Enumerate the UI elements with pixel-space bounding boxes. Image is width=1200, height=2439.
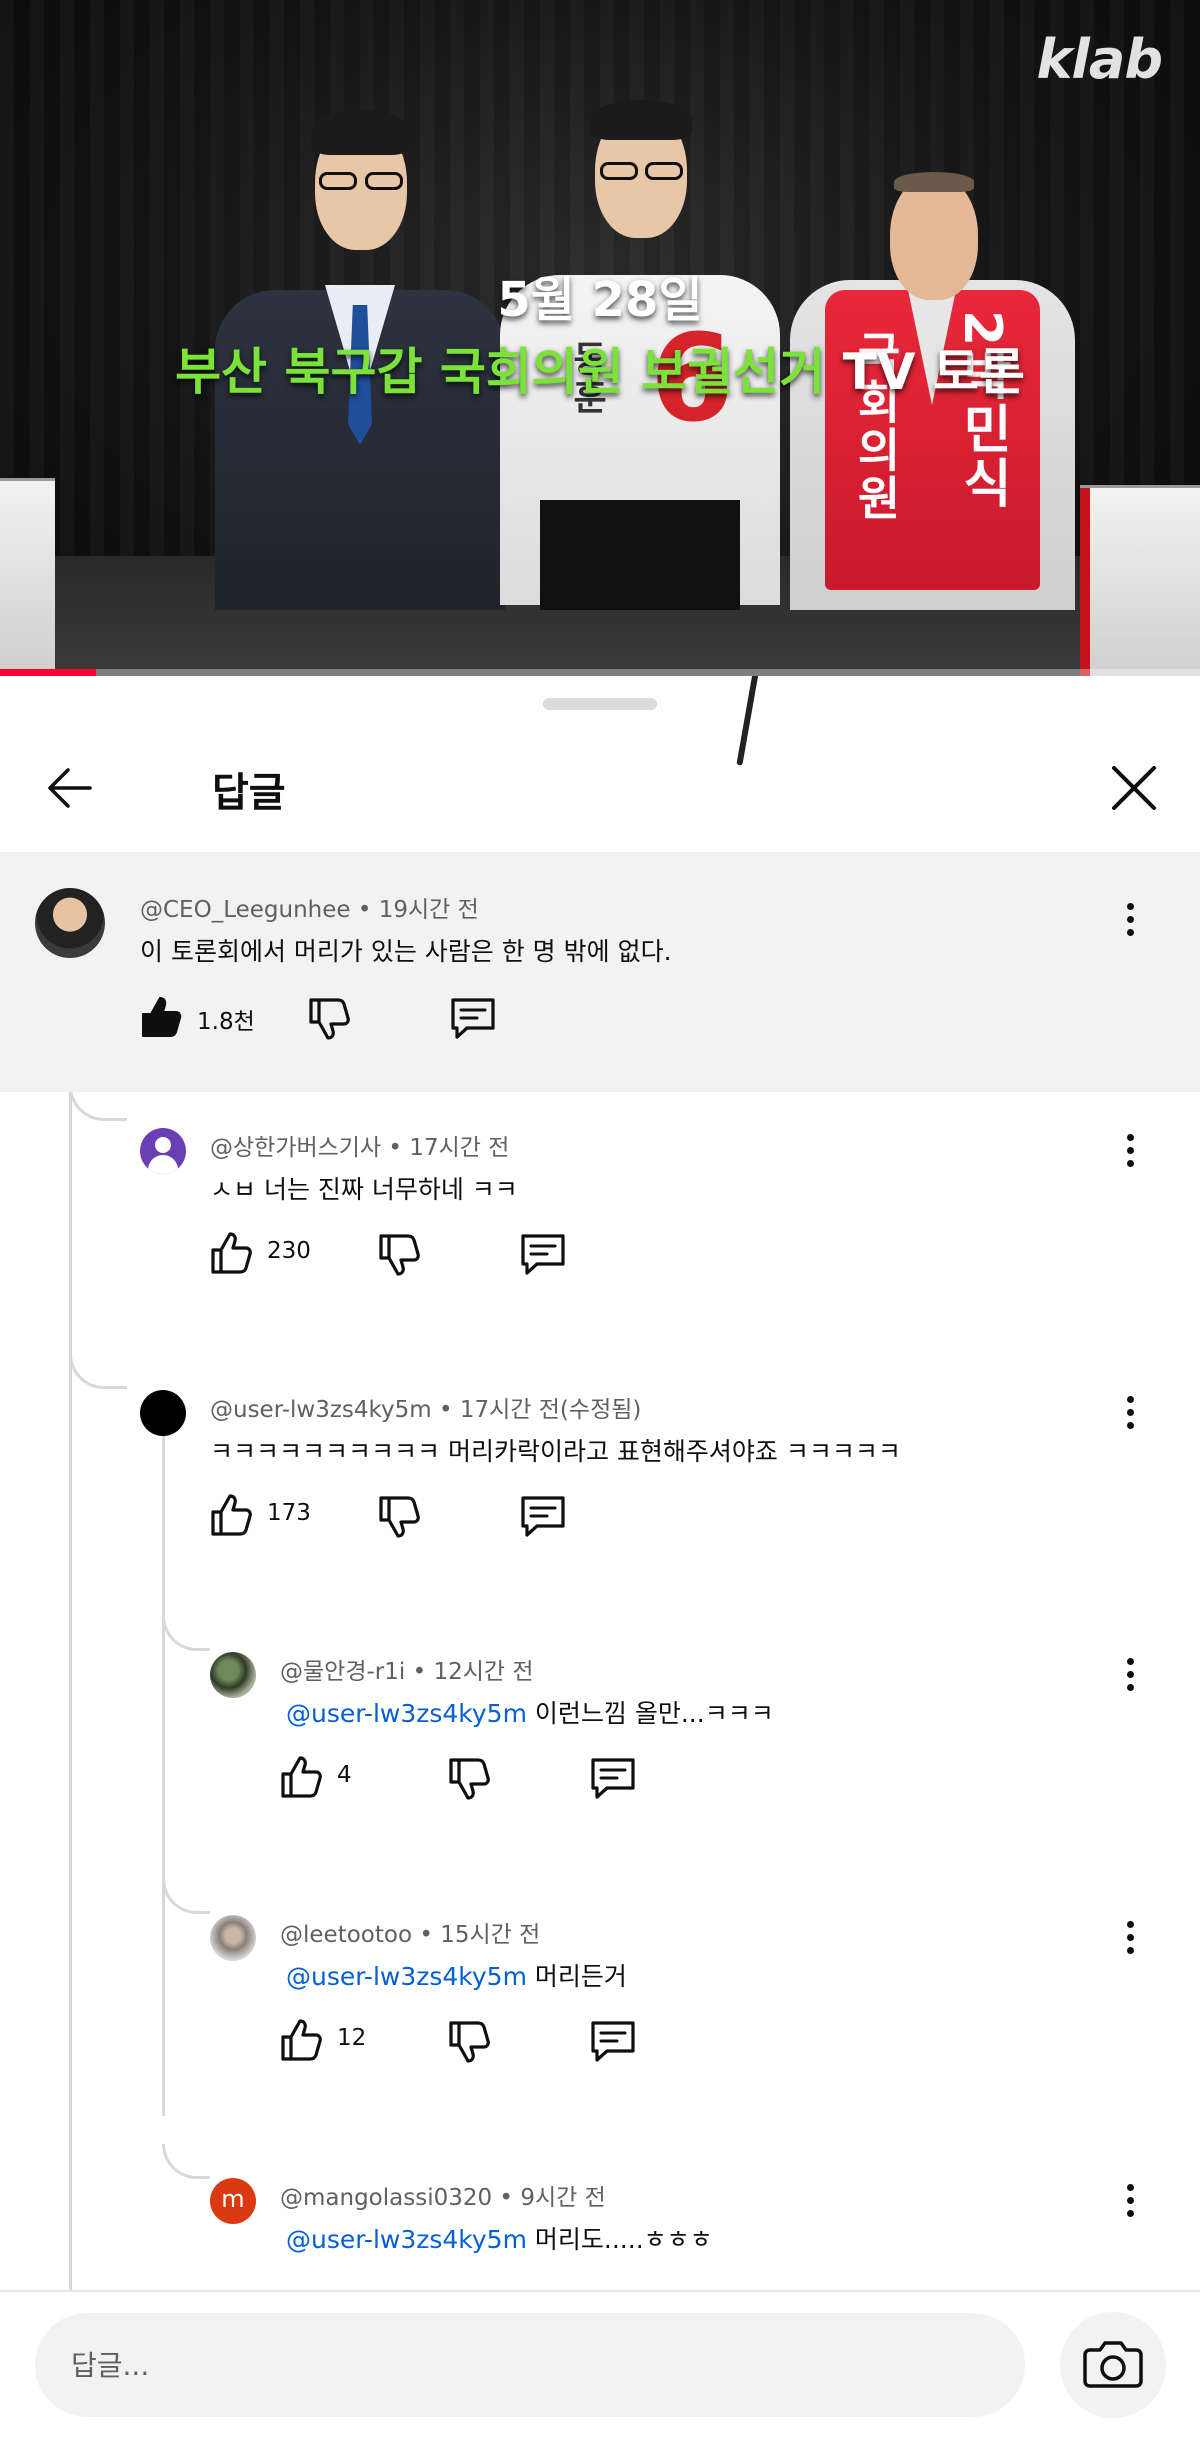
comment-text: @user-lw3zs4ky5m 이런느낌 올만...ㅋㅋㅋ — [286, 1699, 774, 1728]
replies-header: 답글 — [0, 726, 1200, 902]
more-vert-icon[interactable] — [1120, 2178, 1140, 2228]
comment-text: ㅋㅋㅋㅋㅋㅋㅋㅋㅋㅋ 머리카락이라고 표현해주셔야죠 ㅋㅋㅋㅋㅋ — [210, 1437, 901, 1466]
avatar[interactable] — [210, 1915, 256, 1961]
comment-meta: @mangolassi0320 • 9시간 전 — [280, 2185, 606, 2211]
comment-meta: @상한가버스기사 • 17시간 전 — [210, 1135, 510, 1161]
camera-button[interactable] — [1060, 2312, 1166, 2418]
like-count: 4 — [337, 1762, 352, 1788]
like-icon[interactable] — [205, 1226, 261, 1282]
comment-author[interactable]: @상한가버스기사 — [210, 1135, 381, 1161]
dislike-icon[interactable] — [443, 1750, 499, 1806]
like-count: 12 — [337, 2025, 367, 2051]
like-icon[interactable] — [205, 1488, 261, 1544]
comment-author[interactable]: @mangolassi0320 — [280, 2185, 492, 2211]
page-title: 답글 — [212, 770, 286, 816]
comment-actions: 4 — [275, 1750, 675, 1810]
reply-input[interactable] — [35, 2313, 1025, 2417]
comment-actions: 173 — [205, 1488, 605, 1548]
comment-author[interactable]: @user-lw3zs4ky5m — [210, 1397, 432, 1423]
reply-icon[interactable] — [515, 1226, 571, 1282]
reply-icon[interactable] — [515, 1488, 571, 1544]
comment-item: @상한가버스기사 • 17시간 전 ㅅㅂ 너는 진짜 너무하네 ㅋㅋ 230 — [0, 1114, 1200, 1334]
avatar[interactable] — [140, 1390, 186, 1436]
replies-panel: 답글 @CEO_Leegunhee • 19시간 전 이 토론회에서 머리가 있… — [0, 676, 1200, 2439]
klab-logo: klab — [1036, 28, 1163, 91]
comment-actions: 12 — [275, 2013, 675, 2073]
avatar[interactable] — [35, 888, 105, 958]
comment-meta: @user-lw3zs4ky5m • 17시간 전(수정됨) — [210, 1397, 642, 1423]
dislike-icon[interactable] — [373, 1488, 429, 1544]
like-icon[interactable] — [275, 1750, 331, 1806]
comment-text: @user-lw3zs4ky5m 머리도.....ㅎㅎㅎ — [286, 2225, 713, 2254]
comment-meta: @CEO_Leegunhee • 19시간 전 — [140, 897, 479, 923]
mention-link[interactable]: @user-lw3zs4ky5m — [286, 1699, 527, 1728]
comment-time: 17시간 전 — [409, 1135, 510, 1161]
more-vert-icon[interactable] — [1120, 897, 1140, 947]
avatar[interactable] — [210, 1652, 256, 1698]
dislike-icon[interactable] — [373, 1226, 429, 1282]
video-caption-date: 5월 28일 — [497, 272, 703, 328]
comment-author[interactable]: @leetootoo — [280, 1922, 412, 1948]
video-progress-fill — [0, 669, 96, 676]
like-count: 1.8천 — [197, 1009, 255, 1035]
reply-icon[interactable] — [585, 1750, 641, 1806]
reply-icon[interactable] — [585, 2013, 641, 2069]
comment-text: ㅅㅂ 너는 진짜 너무하네 ㅋㅋ — [210, 1175, 518, 1204]
comment-actions: 1.8천 — [135, 990, 535, 1050]
comment-meta: @물안경-r1i • 12시간 전 — [280, 1659, 534, 1685]
like-count: 173 — [267, 1500, 311, 1526]
more-vert-icon[interactable] — [1120, 1652, 1140, 1702]
mention-link[interactable]: @user-lw3zs4ky5m — [286, 1962, 527, 1991]
video-progress-bar[interactable] — [0, 669, 1200, 676]
like-icon[interactable] — [135, 990, 191, 1046]
like-count: 230 — [267, 1238, 311, 1264]
dislike-icon[interactable] — [443, 2013, 499, 2069]
comment-actions: 230 — [205, 1226, 605, 1286]
comment-item: @CEO_Leegunhee • 19시간 전 이 토론회에서 머리가 있는 사… — [0, 852, 1200, 1092]
reply-composer — [0, 2290, 1200, 2439]
avatar[interactable]: m — [210, 2178, 256, 2224]
comment-time: 9시간 전 — [520, 2185, 606, 2211]
comment-text: @user-lw3zs4ky5m 머리든거 — [286, 1962, 627, 1991]
reply-icon[interactable] — [445, 990, 501, 1046]
more-vert-icon[interactable] — [1120, 1128, 1140, 1178]
comment-time: 17시간 전(수정됨) — [459, 1397, 642, 1423]
comment-text: 이 토론회에서 머리가 있는 사람은 한 명 밖에 없다. — [140, 937, 672, 966]
like-icon[interactable] — [275, 2013, 331, 2069]
comment-item: @user-lw3zs4ky5m • 17시간 전(수정됨) ㅋㅋㅋㅋㅋㅋㅋㅋㅋ… — [0, 1376, 1200, 1596]
comment-author[interactable]: @CEO_Leegunhee — [140, 897, 351, 923]
comment-item: @물안경-r1i • 12시간 전 @user-lw3zs4ky5m 이런느낌 … — [0, 1638, 1200, 1858]
back-arrow-icon[interactable] — [40, 756, 104, 820]
more-vert-icon[interactable] — [1120, 1915, 1140, 1965]
video-player[interactable]: 6 동훈 국회의원 2박민식 klab 5월 28일 부산 북구갑 국회의원 보… — [0, 0, 1200, 676]
video-caption-title: 부산 북구갑 국회의원 보궐선거 TV 토론 — [175, 343, 1025, 401]
comment-time: 19시간 전 — [378, 897, 479, 923]
podium-left — [0, 478, 55, 673]
close-icon[interactable] — [1106, 760, 1162, 816]
avatar[interactable] — [140, 1128, 186, 1174]
comment-time: 15시간 전 — [440, 1922, 541, 1948]
dislike-icon[interactable] — [303, 990, 359, 1046]
camera-icon — [1083, 2341, 1143, 2388]
mention-link[interactable]: @user-lw3zs4ky5m — [286, 2225, 527, 2254]
podium-right — [1080, 485, 1200, 676]
comment-item: @leetootoo • 15시간 전 @user-lw3zs4ky5m 머리든… — [0, 1901, 1200, 2121]
drag-handle[interactable] — [543, 698, 657, 710]
comment-item: m @mangolassi0320 • 9시간 전 @user-lw3zs4ky… — [0, 2164, 1200, 2294]
comment-author[interactable]: @물안경-r1i — [280, 1659, 405, 1685]
more-vert-icon[interactable] — [1120, 1390, 1140, 1440]
comment-time: 12시간 전 — [433, 1659, 534, 1685]
comment-meta: @leetootoo • 15시간 전 — [280, 1922, 541, 1948]
